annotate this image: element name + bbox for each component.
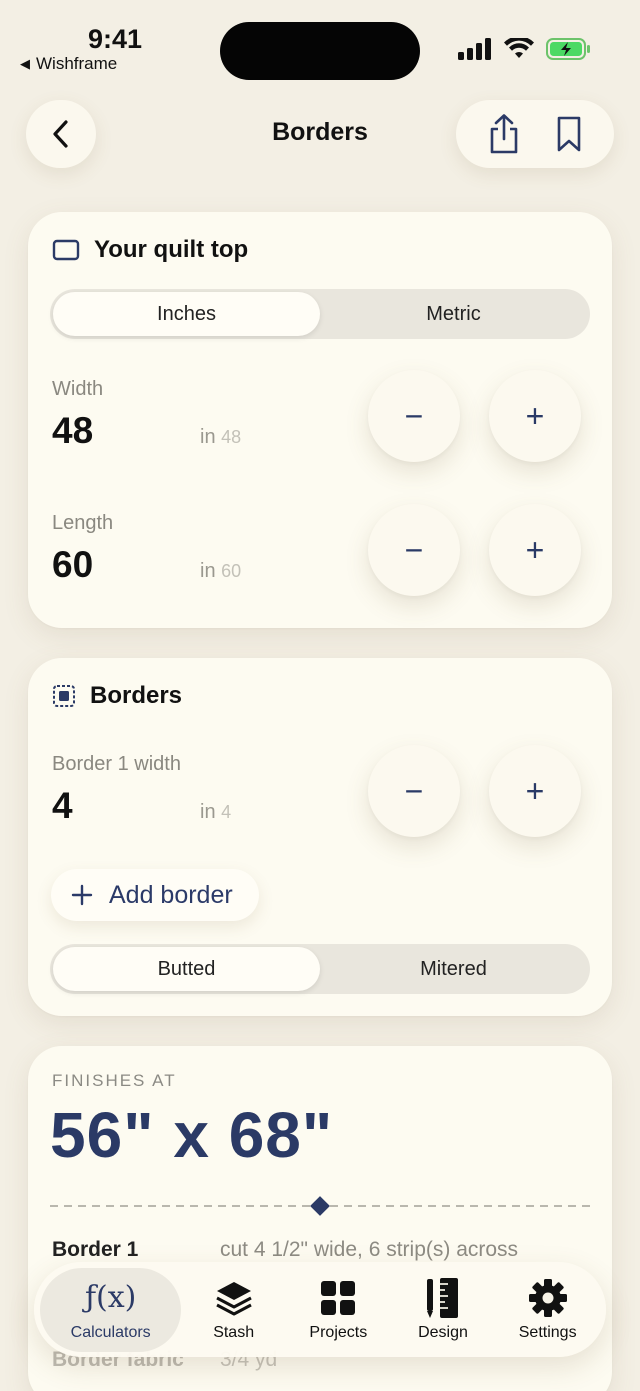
length-unit: in 60 bbox=[200, 560, 241, 583]
length-decrement-button[interactable]: − bbox=[368, 504, 460, 596]
plus-icon: + bbox=[525, 531, 545, 568]
length-value[interactable]: 60 bbox=[52, 544, 93, 586]
finishes-label: FINISHES AT bbox=[52, 1071, 177, 1090]
tab-stash-label: Stash bbox=[213, 1323, 255, 1341]
status-icons bbox=[458, 38, 592, 60]
add-border-label: Add border bbox=[109, 880, 233, 909]
border1-width-label: Border 1 width bbox=[52, 753, 181, 775]
border1-row: Border 1 cut 4 1/2" wide, 6 strip(s) acr… bbox=[52, 1238, 592, 1262]
nav-actions bbox=[456, 100, 614, 168]
border1-row-detail: cut 4 1/2" wide, 6 strip(s) across bbox=[220, 1238, 519, 1261]
border1-unit-text: in bbox=[200, 801, 216, 823]
plus-icon: + bbox=[525, 772, 545, 809]
dynamic-island bbox=[220, 22, 420, 80]
width-unit: in 48 bbox=[200, 426, 241, 449]
ruler-pencil-icon bbox=[426, 1277, 458, 1318]
wifi-icon bbox=[504, 38, 534, 58]
tab-calculators-label: Calculators bbox=[70, 1323, 151, 1341]
tab-bar: ƒ(x) Calculators Stash Projects Design S… bbox=[34, 1262, 606, 1357]
layers-icon bbox=[215, 1281, 252, 1315]
minus-icon: − bbox=[404, 772, 424, 809]
border1-width-value[interactable]: 4 bbox=[52, 785, 73, 827]
function-icon: ƒ(x) bbox=[84, 1280, 137, 1315]
borders-title-text: Borders bbox=[90, 682, 183, 709]
tab-design[interactable]: Design bbox=[391, 1268, 496, 1352]
width-value[interactable]: 48 bbox=[52, 410, 93, 452]
segment-mitered[interactable]: Mitered bbox=[320, 947, 587, 991]
width-decrement-button[interactable]: − bbox=[368, 370, 460, 462]
width-unit-text: in bbox=[200, 426, 216, 448]
borders-title: Borders bbox=[52, 682, 182, 710]
tab-projects[interactable]: Projects bbox=[286, 1268, 391, 1352]
segment-inches[interactable]: Inches bbox=[53, 292, 320, 336]
back-to-app[interactable]: ◀ Wishframe bbox=[20, 54, 117, 74]
minus-icon: − bbox=[404, 397, 424, 434]
segment-butted[interactable]: Butted bbox=[53, 947, 320, 991]
length-increment-button[interactable]: + bbox=[489, 504, 581, 596]
units-segmented-control[interactable]: Inches Metric bbox=[50, 289, 590, 339]
length-unit-text: in bbox=[200, 560, 216, 582]
battery-icon bbox=[546, 38, 590, 60]
tab-calculators[interactable]: ƒ(x) Calculators bbox=[40, 1267, 182, 1352]
rectangle-icon bbox=[52, 239, 80, 261]
back-app-label: Wishframe bbox=[36, 54, 118, 73]
share-icon[interactable] bbox=[487, 113, 521, 155]
grid-icon bbox=[321, 1280, 356, 1315]
dashed-divider bbox=[50, 1196, 590, 1216]
back-triangle-icon: ◀ bbox=[20, 56, 30, 71]
quilt-top-title: Your quilt top bbox=[52, 236, 248, 264]
length-hint: 60 bbox=[221, 561, 242, 581]
length-label: Length bbox=[52, 512, 114, 534]
plus-icon bbox=[71, 884, 93, 906]
tab-stash[interactable]: Stash bbox=[181, 1268, 286, 1352]
minus-icon: − bbox=[404, 531, 424, 568]
plus-icon: + bbox=[525, 397, 545, 434]
add-border-button[interactable]: Add border bbox=[51, 869, 259, 921]
segment-metric[interactable]: Metric bbox=[320, 292, 587, 336]
bookmark-icon[interactable] bbox=[555, 115, 583, 153]
tab-settings[interactable]: Settings bbox=[495, 1268, 600, 1352]
border1-unit: in 4 bbox=[200, 801, 231, 824]
width-hint: 48 bbox=[221, 427, 242, 447]
signal-icon bbox=[458, 38, 491, 60]
border-style-segmented-control[interactable]: Butted Mitered bbox=[50, 944, 590, 994]
gear-icon bbox=[528, 1278, 567, 1317]
tab-settings-label: Settings bbox=[518, 1323, 577, 1341]
border1-increment-button[interactable]: + bbox=[489, 745, 581, 837]
border-frame-icon bbox=[53, 685, 75, 707]
width-increment-button[interactable]: + bbox=[489, 370, 581, 462]
quilt-top-title-text: Your quilt top bbox=[94, 236, 249, 263]
border1-row-label: Border 1 bbox=[52, 1238, 139, 1261]
width-label: Width bbox=[52, 378, 104, 400]
finished-size: 56" x 68" bbox=[50, 1099, 334, 1171]
tab-design-label: Design bbox=[418, 1323, 468, 1341]
tab-projects-label: Projects bbox=[309, 1323, 368, 1341]
border1-decrement-button[interactable]: − bbox=[368, 745, 460, 837]
status-time: 9:41 bbox=[88, 24, 143, 54]
border1-hint: 4 bbox=[221, 802, 232, 822]
